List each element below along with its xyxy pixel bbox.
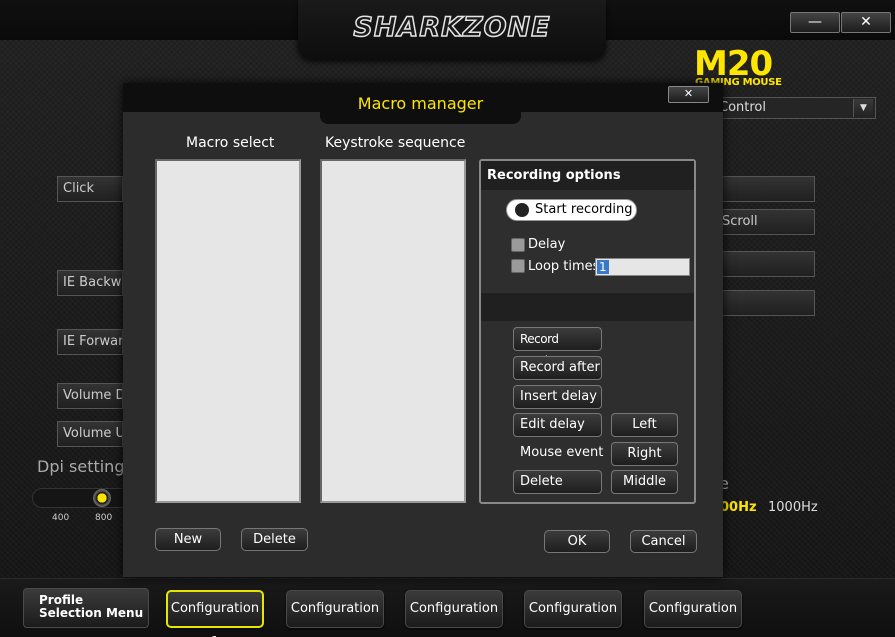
configuration-3-button[interactable]: Configuration 3 (405, 590, 503, 628)
loop-times-checkbox[interactable] (511, 259, 525, 273)
keystroke-sequence-label: Keystroke sequence (325, 135, 466, 151)
macro-select-label: Macro select (186, 135, 275, 151)
record-icon (515, 203, 529, 217)
mouse-middle-button[interactable]: Middle (611, 470, 678, 494)
button-assign-3[interactable]: IE Forward (57, 329, 123, 355)
minimize-button[interactable]: — (790, 12, 840, 33)
profile-selection-menu-button[interactable]: Profile Selection Menu (23, 588, 149, 628)
button-assign-4[interactable]: Volume Down (57, 383, 123, 409)
insert-delay-button[interactable]: Insert delay (513, 385, 602, 409)
cancel-button[interactable]: Cancel (630, 530, 697, 553)
dialog-close-button[interactable]: ✕ (668, 86, 709, 103)
button-assign-6[interactable] (716, 176, 815, 202)
configuration-1-button[interactable]: Configuration 1 (166, 590, 264, 637)
dpi-slider-handle[interactable] (93, 489, 111, 507)
keystroke-sequence-list[interactable] (320, 159, 466, 503)
loop-times-value: 1 (597, 260, 609, 274)
recording-options-divider (481, 293, 694, 321)
chevron-down-icon[interactable]: ▼ (853, 99, 873, 117)
dpi-setting-label: Dpi setting (37, 457, 125, 476)
delete-macro-button[interactable]: Delete (241, 528, 308, 551)
recording-options-heading: Recording options (487, 168, 621, 183)
delete-event-button[interactable]: Delete (513, 470, 602, 494)
edit-delay-button[interactable]: Edit delay (513, 413, 602, 437)
button-assign-8[interactable] (716, 251, 815, 277)
window-close-button[interactable]: ✕ (841, 12, 891, 33)
function-dropdown-value: Control (719, 100, 766, 115)
configuration-2-button[interactable]: Configuration 2 (286, 590, 384, 628)
loop-times-input[interactable]: 1 (595, 258, 690, 276)
configuration-4-button[interactable]: Configuration 4 (524, 590, 622, 628)
dialog-title: Macro manager (357, 94, 484, 113)
button-assign-7[interactable]: Scroll (716, 209, 815, 235)
polling-rate-500[interactable]: 00Hz (720, 500, 757, 515)
dpi-tick-800: 800 (95, 513, 113, 523)
button-assign-5[interactable]: Volume Up (57, 421, 123, 447)
record-previous-button[interactable]: Record previous (513, 327, 602, 368)
delay-label: Delay (528, 237, 566, 252)
ok-button[interactable]: OK (544, 530, 610, 553)
button-assign-9[interactable] (716, 290, 815, 316)
start-recording-button[interactable]: Start recording (506, 199, 637, 221)
sharkzone-logo: SHARKZONE (353, 11, 551, 44)
polling-rate-1000[interactable]: 1000Hz (768, 500, 818, 515)
delay-checkbox[interactable] (511, 238, 525, 252)
configuration-5-button[interactable]: Configuration 5 (644, 590, 742, 628)
start-recording-label: Start recording (535, 202, 633, 217)
dpi-slider[interactable] (32, 488, 132, 508)
mouse-event-label: Mouse event (520, 445, 604, 460)
function-dropdown[interactable]: Control ▼ (716, 97, 876, 119)
record-after-button[interactable]: Record after (513, 356, 602, 380)
mouse-left-button[interactable]: Left (611, 413, 678, 437)
new-macro-button[interactable]: New (155, 528, 221, 551)
macro-select-list[interactable] (155, 159, 301, 503)
loop-times-label: Loop times (528, 259, 600, 274)
dpi-tick-400: 400 (52, 513, 70, 523)
mouse-right-button[interactable]: Right (611, 442, 678, 466)
button-assign-2[interactable]: IE Backward (57, 270, 123, 296)
button-assign-1[interactable]: Click (57, 176, 123, 202)
